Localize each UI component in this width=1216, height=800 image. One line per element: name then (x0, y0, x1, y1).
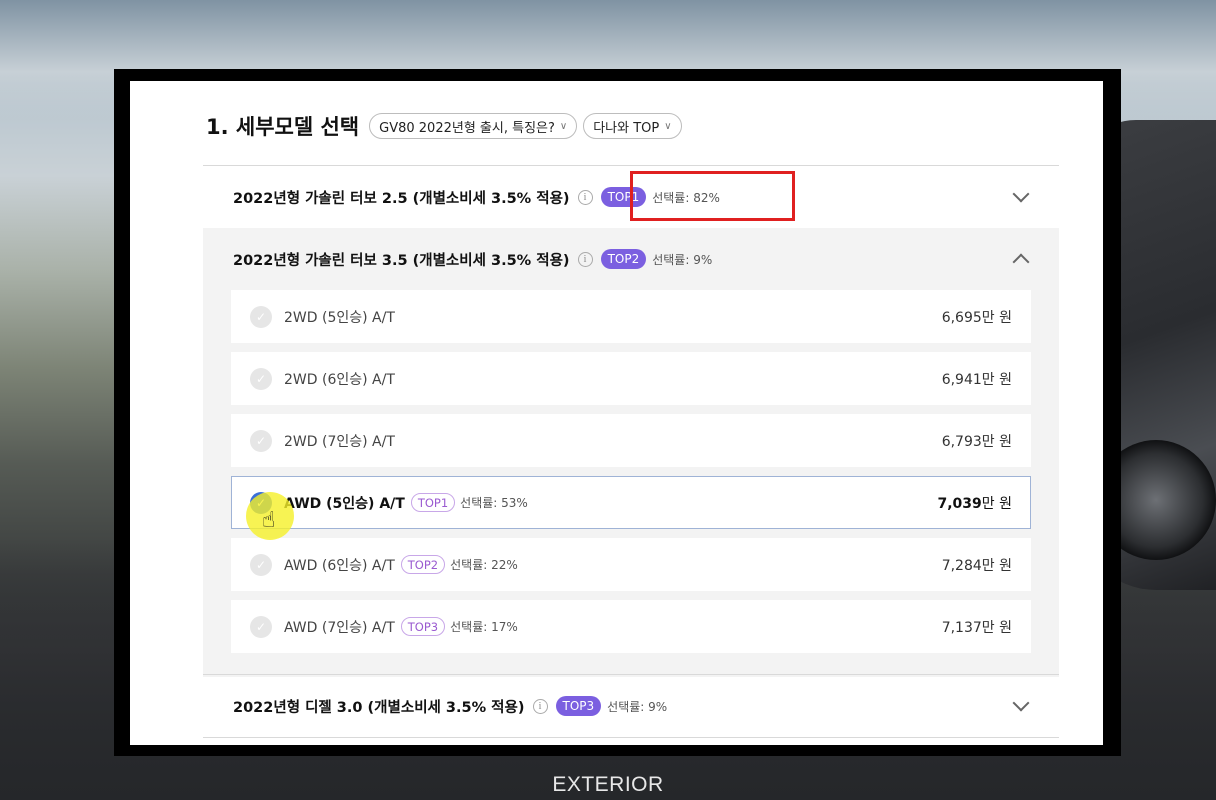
pill-label: 다나와 TOP (593, 120, 660, 136)
title-row: 1. 세부모델 선택 GV80 2022년형 출시, 특징은? ∨ 다나와 TO… (206, 113, 688, 139)
chevron-up-icon[interactable] (1012, 253, 1030, 271)
section-title: 2022년형 가솔린 터보 3.5 (개별소비세 3.5% 적용) (233, 252, 570, 269)
trim-row-2wd-7[interactable]: ✓ 2WD (7인승) A/T 6,793만 원 (231, 414, 1031, 467)
section-title: 2022년형 디젤 3.0 (개별소비세 3.5% 적용) (233, 699, 525, 716)
chevron-down-icon: ∨ (559, 120, 568, 132)
trim-label: 2WD (5인승) A/T (284, 309, 395, 326)
price-number: 6,941 (941, 371, 982, 388)
top-tag: TOP3 (400, 617, 446, 636)
top-tag: TOP1 (410, 493, 456, 512)
chevron-down-icon[interactable] (1012, 694, 1030, 712)
trim-list: ✓ 2WD (5인승) A/T 6,695만 원 ✓ 2WD (6인승) A/T… (203, 290, 1059, 677)
trim-price: 6,695만 원 (942, 307, 1012, 327)
price-number: 7,137 (941, 619, 982, 636)
check-icon[interactable]: ✓ (250, 615, 272, 638)
selection-rate: 선택률: 17% (450, 620, 518, 634)
section-title: 2022년형 가솔린 터보 2.5 (개별소비세 3.5% 적용) (233, 190, 570, 207)
top-badge: TOP2 (600, 249, 647, 269)
trim-row-2wd-6[interactable]: ✓ 2WD (6인승) A/T 6,941만 원 (231, 352, 1031, 405)
check-icon[interactable]: ✓ (250, 553, 272, 576)
page-title: 1. 세부모델 선택 (206, 115, 360, 139)
pill-label: GV80 2022년형 출시, 특징은? (379, 120, 555, 136)
pill-danawa-top[interactable]: 다나와 TOP ∨ (583, 113, 682, 139)
price-number: 7,284 (941, 557, 982, 574)
trim-label: 2WD (6인승) A/T (284, 371, 395, 388)
section-header[interactable]: 2022년형 가솔린 터보 3.5 (개별소비세 3.5% 적용) i TOP2… (203, 228, 1059, 290)
price-number: 6,793 (941, 433, 982, 450)
info-icon[interactable]: i (577, 189, 593, 205)
trim-price: 6,793만 원 (942, 431, 1012, 451)
trim-row-awd-5[interactable]: ✓ AWD (5인승) A/T TOP1 선택률: 53% 7,039만 원 (231, 476, 1031, 529)
pill-gv80-feature[interactable]: GV80 2022년형 출시, 특징은? ∨ (369, 113, 578, 139)
trim-price: 6,941만 원 (942, 369, 1012, 389)
top-tag: TOP2 (400, 555, 446, 574)
price-number: 7,039 (937, 495, 982, 512)
trim-label: AWD (5인승) A/T (284, 495, 405, 512)
selection-rate: 선택률: 53% (460, 496, 528, 510)
selection-rate: 선택률: 9% (652, 252, 713, 267)
price-unit: 만 원 (981, 557, 1012, 574)
modal-frame: 1. 세부모델 선택 GV80 2022년형 출시, 특징은? ∨ 다나와 TO… (114, 69, 1121, 756)
hand-cursor-icon: ☝ (262, 508, 276, 533)
exterior-caption: EXTERIOR (552, 773, 664, 796)
annotation-highlight-box (630, 171, 795, 221)
section-diesel-3-0: 2022년형 디젤 3.0 (개별소비세 3.5% 적용) i TOP3 선택률… (203, 674, 1059, 738)
check-icon[interactable]: ✓ (250, 429, 272, 452)
trim-price: 7,284만 원 (942, 555, 1012, 575)
price-unit: 만 원 (981, 433, 1012, 450)
section-gasoline-3-5: 2022년형 가솔린 터보 3.5 (개별소비세 3.5% 적용) i TOP2… (203, 228, 1059, 677)
divider (203, 737, 1059, 738)
price-unit: 만 원 (981, 619, 1012, 636)
trim-label: AWD (6인승) A/T (284, 557, 395, 574)
check-icon[interactable]: ✓ (250, 367, 272, 390)
check-icon[interactable]: ✓ (250, 305, 272, 328)
price-unit: 만 원 (981, 495, 1012, 512)
trim-label: 2WD (7인승) A/T (284, 433, 395, 450)
info-icon[interactable]: i (532, 698, 548, 714)
chevron-down-icon: ∨ (664, 120, 672, 132)
top-badge: TOP3 (555, 696, 602, 716)
model-select-panel: 1. 세부모델 선택 GV80 2022년형 출시, 특징은? ∨ 다나와 TO… (130, 81, 1103, 745)
chevron-down-icon[interactable] (1012, 185, 1030, 203)
trim-label: AWD (7인승) A/T (284, 619, 395, 636)
selection-rate: 선택률: 22% (450, 558, 518, 572)
trim-price: 7,137만 원 (942, 617, 1012, 637)
price-unit: 만 원 (981, 371, 1012, 388)
info-icon[interactable]: i (577, 251, 593, 267)
trim-row-awd-6[interactable]: ✓ AWD (6인승) A/T TOP2 선택률: 22% 7,284만 원 (231, 538, 1031, 591)
price-number: 6,695 (941, 309, 982, 326)
trim-price: 7,039만 원 (937, 493, 1012, 513)
selection-rate: 선택률: 9% (607, 699, 668, 714)
price-unit: 만 원 (981, 309, 1012, 326)
trim-row-awd-7[interactable]: ✓ AWD (7인승) A/T TOP3 선택률: 17% 7,137만 원 (231, 600, 1031, 653)
trim-row-2wd-5[interactable]: ✓ 2WD (5인승) A/T 6,695만 원 (231, 290, 1031, 343)
section-header[interactable]: 2022년형 디젤 3.0 (개별소비세 3.5% 적용) i TOP3 선택률… (203, 675, 1059, 737)
